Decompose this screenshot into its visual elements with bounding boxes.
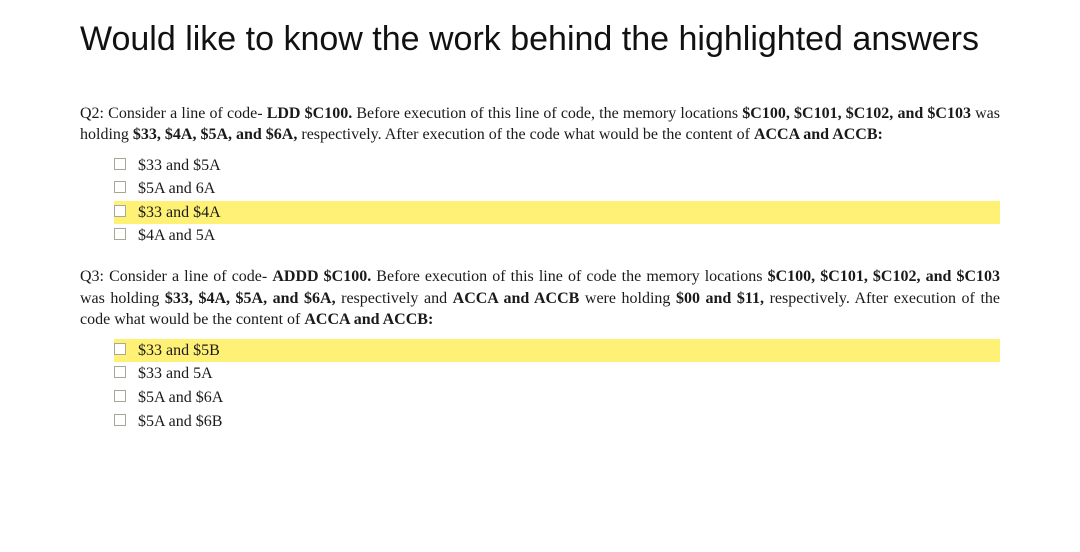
q3-part-0: Consider a line of code- — [109, 268, 272, 285]
q3-part-1: ADDD $C100. — [272, 268, 371, 285]
q3-part-5: $33, $4A, $5A, and $6A, — [165, 290, 336, 307]
q3-option-3: $5A and $6B — [114, 410, 1000, 434]
q2-option-2: $33 and $4A — [114, 201, 1000, 225]
q2-label: Q2: — [80, 105, 104, 122]
checkbox-icon — [114, 158, 126, 170]
q2-option-0: $33 and $5A — [114, 154, 1000, 178]
q2-part-0: Consider a line of code- — [108, 105, 267, 122]
q3-part-3: $C100, $C101, $C102, and $C103 — [768, 268, 1000, 285]
option-label: $33 and $4A — [138, 204, 221, 221]
question-2-text: Q2: Consider a line of code- LDD $C100. … — [80, 103, 1000, 146]
q3-label: Q3: — [80, 268, 104, 285]
checkbox-icon — [114, 390, 126, 402]
question-3: Q3: Consider a line of code- ADDD $C100.… — [80, 266, 1000, 433]
q2-part-2: Before execution of this line of code, t… — [352, 105, 742, 122]
option-label: $33 and $5B — [138, 342, 220, 359]
q2-part-7: ACCA and ACCB: — [754, 126, 883, 143]
q2-option-1: $5A and 6A — [114, 177, 1000, 201]
q2-part-5: $33, $4A, $5A, and $6A, — [133, 126, 297, 143]
checkbox-icon — [114, 414, 126, 426]
checkbox-icon — [114, 228, 126, 240]
option-label: $33 and 5A — [138, 365, 213, 382]
option-label: $5A and 6A — [138, 180, 215, 197]
q3-part-8: were holding — [579, 290, 676, 307]
q3-option-1: $33 and 5A — [114, 362, 1000, 386]
checkbox-icon — [114, 181, 126, 193]
q3-part-6: respectively and — [336, 290, 453, 307]
page-root: Would like to know the work behind the h… — [0, 0, 1080, 481]
question-3-text: Q3: Consider a line of code- ADDD $C100.… — [80, 266, 1000, 331]
checkbox-icon — [114, 205, 126, 217]
q2-part-3: $C100, $C101, $C102, and $C103 — [742, 105, 971, 122]
option-label: $5A and $6A — [138, 389, 223, 406]
q2-part-1: LDD $C100. — [267, 105, 353, 122]
option-label: $4A and 5A — [138, 227, 215, 244]
option-label: $33 and $5A — [138, 157, 221, 174]
question-3-options: $33 and $5B $33 and 5A $5A and $6A $5A a… — [114, 339, 1000, 433]
q3-part-9: $00 and $11, — [676, 290, 764, 307]
q3-part-11: ACCA and ACCB: — [304, 311, 433, 328]
checkbox-icon — [114, 343, 126, 355]
q3-part-7: ACCA and ACCB — [453, 290, 580, 307]
q3-part-4: was holding — [80, 290, 165, 307]
q3-option-2: $5A and $6A — [114, 386, 1000, 410]
q2-option-3: $4A and 5A — [114, 224, 1000, 248]
question-2-options: $33 and $5A $5A and 6A $33 and $4A $4A a… — [114, 154, 1000, 248]
question-2: Q2: Consider a line of code- LDD $C100. … — [80, 103, 1000, 249]
q2-part-6: respectively. After execution of the cod… — [297, 126, 754, 143]
q3-option-0: $33 and $5B — [114, 339, 1000, 363]
q3-part-2: Before execution of this line of code th… — [371, 268, 767, 285]
checkbox-icon — [114, 366, 126, 378]
page-title: Would like to know the work behind the h… — [80, 18, 1000, 61]
option-label: $5A and $6B — [138, 413, 222, 430]
